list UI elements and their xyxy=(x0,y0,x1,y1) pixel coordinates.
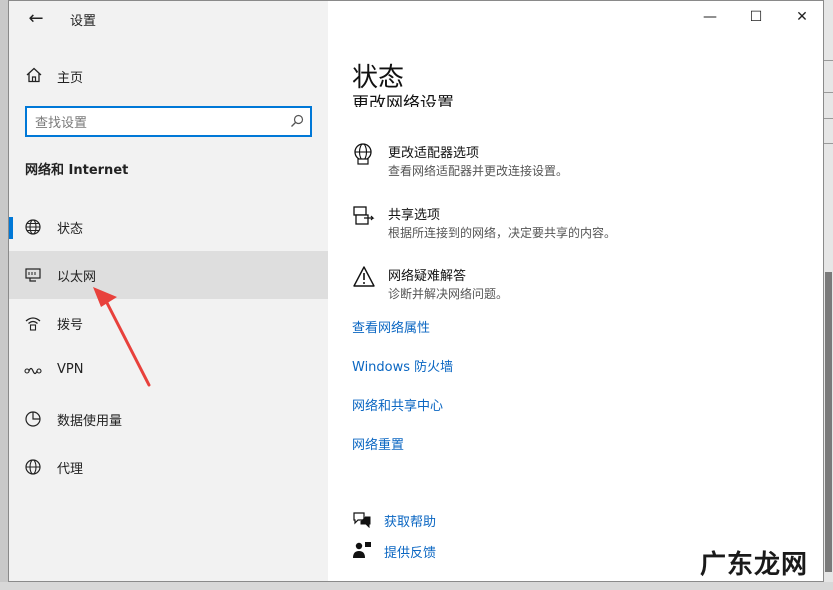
sharing-icon xyxy=(353,206,375,225)
background-line xyxy=(824,118,833,119)
sidebar-item-label: 主页 xyxy=(57,71,84,86)
sidebar-item-dialup[interactable]: 拨号 xyxy=(9,299,328,347)
sidebar-item-label: 状态 xyxy=(57,222,84,237)
link-network-reset[interactable]: 网络重置 xyxy=(352,434,404,453)
settings-window: ← 设置 主页 网络和 Internet 状态 xyxy=(8,0,824,582)
sidebar-item-label: 以太网 xyxy=(57,270,97,285)
search-box xyxy=(25,106,312,137)
sidebar: ← 设置 主页 网络和 Internet 状态 xyxy=(9,1,328,581)
sidebar-item-status[interactable]: 状态 xyxy=(9,203,328,251)
option-title: 共享选项 xyxy=(388,208,441,223)
link-network-properties[interactable]: 查看网络属性 xyxy=(352,317,430,336)
option-sharing[interactable]: 共享选项 根据所连接到的网络，决定要共享的内容。 xyxy=(352,204,792,248)
option-title: 网络疑难解答 xyxy=(388,269,467,284)
option-troubleshoot[interactable]: 网络疑难解答 诊断并解决网络问题。 xyxy=(352,265,792,309)
active-indicator xyxy=(9,217,13,239)
maximize-button[interactable]: ☐ xyxy=(733,1,779,33)
option-title: 更改适配器选项 xyxy=(388,146,480,161)
sidebar-item-label: 代理 xyxy=(57,462,84,477)
background-line xyxy=(824,143,833,144)
feedback-icon xyxy=(353,542,371,558)
globe-icon xyxy=(25,219,41,235)
main-content: — ☐ ✕ 状态 更改网络设置 更改适配器选项 查看网络适配器并更改连接设置。 xyxy=(328,1,823,581)
help-chat-icon xyxy=(353,512,371,528)
search-icon[interactable] xyxy=(290,114,304,128)
partial-heading: 更改网络设置 xyxy=(352,85,652,107)
sidebar-item-data-usage[interactable]: 数据使用量 xyxy=(9,395,328,443)
minimize-button[interactable]: — xyxy=(687,1,733,33)
warning-icon xyxy=(353,266,375,287)
home-icon xyxy=(26,67,42,83)
search-input[interactable] xyxy=(33,112,277,134)
option-description: 查看网络适配器并更改连接设置。 xyxy=(388,164,569,178)
data-usage-icon xyxy=(25,411,41,427)
ethernet-icon xyxy=(25,268,41,282)
background-scrollbar xyxy=(825,272,832,572)
get-help-label: 获取帮助 xyxy=(384,515,437,530)
section-title: 网络和 Internet xyxy=(25,163,129,178)
app-title: 设置 xyxy=(70,14,97,29)
adapter-globe-icon xyxy=(354,143,372,165)
background-window-edge xyxy=(824,0,833,590)
background-line xyxy=(824,92,833,93)
sidebar-item-label: 拨号 xyxy=(57,318,84,333)
watermark: 广东龙网 xyxy=(700,550,809,580)
taskbar-strip xyxy=(0,582,833,590)
link-windows-firewall[interactable]: Windows 防火墙 xyxy=(352,356,453,375)
option-description: 诊断并解决网络问题。 xyxy=(388,287,509,301)
sidebar-item-label: VPN xyxy=(57,362,84,377)
partial-heading-text: 更改网络设置 xyxy=(352,94,454,107)
window-controls: — ☐ ✕ xyxy=(687,1,823,33)
vpn-icon xyxy=(24,367,42,375)
background-line xyxy=(824,60,833,61)
proxy-globe-icon xyxy=(25,459,41,475)
sidebar-item-label: 数据使用量 xyxy=(57,414,123,429)
close-button[interactable]: ✕ xyxy=(779,1,823,33)
sidebar-item-proxy[interactable]: 代理 xyxy=(9,443,328,491)
back-button[interactable]: ← xyxy=(21,7,51,31)
sidebar-item-home[interactable]: 主页 xyxy=(9,61,328,91)
sidebar-item-ethernet[interactable]: 以太网 xyxy=(9,251,328,299)
sidebar-item-vpn[interactable]: VPN xyxy=(9,347,328,395)
get-help[interactable]: 获取帮助 xyxy=(352,509,552,531)
give-feedback[interactable]: 提供反馈 xyxy=(352,540,552,562)
dialup-icon xyxy=(25,317,41,331)
option-change-adapter[interactable]: 更改适配器选项 查看网络适配器并更改连接设置。 xyxy=(352,142,792,186)
give-feedback-label: 提供反馈 xyxy=(384,546,437,561)
link-sharing-center[interactable]: 网络和共享中心 xyxy=(352,395,443,414)
option-description: 根据所连接到的网络，决定要共享的内容。 xyxy=(388,226,617,240)
